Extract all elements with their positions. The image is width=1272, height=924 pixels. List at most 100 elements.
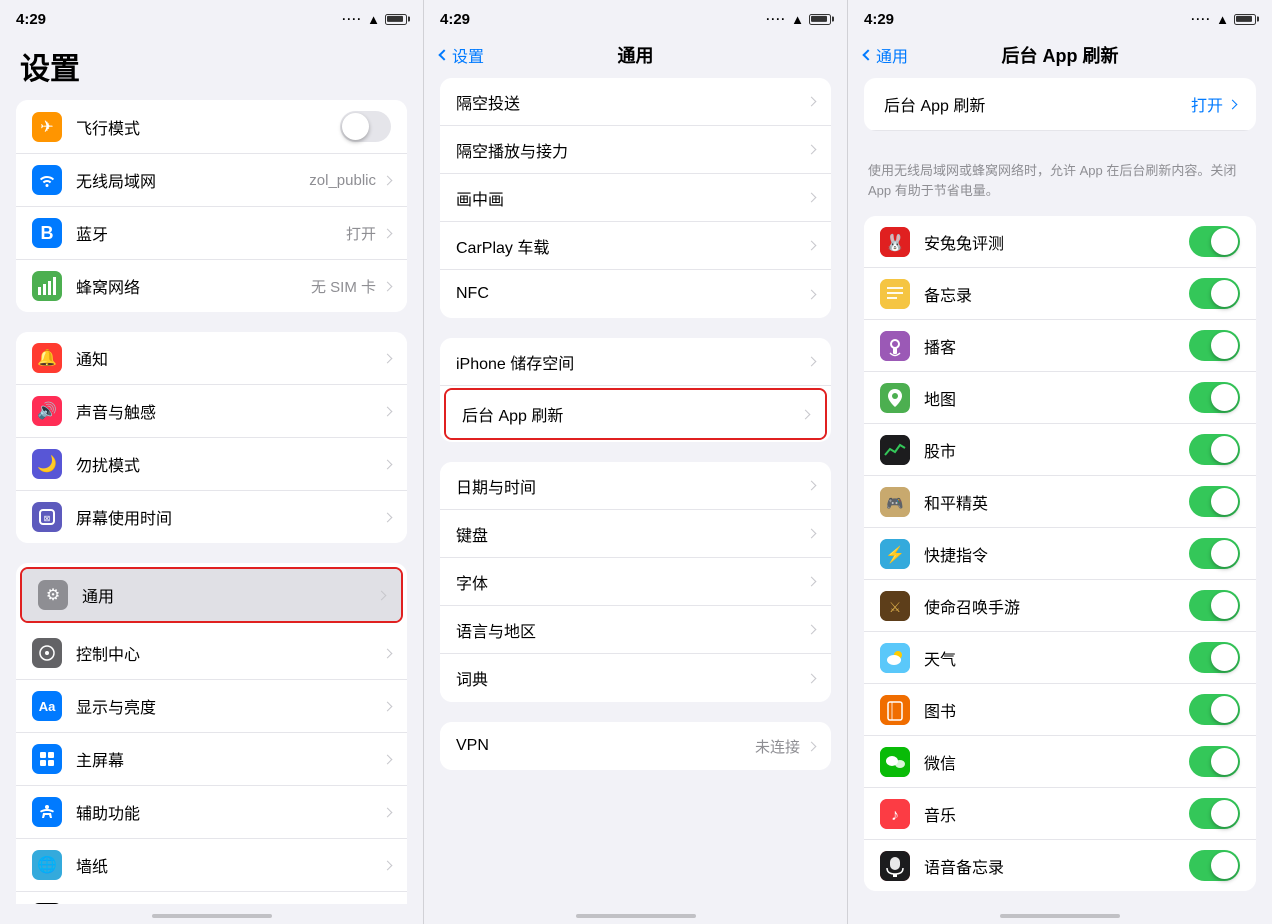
row-storage[interactable]: iPhone 储存空间 <box>440 338 831 386</box>
row-wifi[interactable]: 无线局域网 zol_public <box>16 154 407 207</box>
refresh-back-btn[interactable]: 通用 <box>864 43 908 67</box>
airplay-label: 隔空播放与接力 <box>456 138 808 162</box>
row-airdrop[interactable]: 隔空投送 <box>440 78 831 126</box>
display-icon: Aa <box>32 691 62 721</box>
controlcenter-chevron <box>383 648 393 658</box>
voicememo-toggle[interactable] <box>1189 850 1240 881</box>
row-access[interactable]: 辅助功能 <box>16 786 407 839</box>
dnd-icon: 🌙 <box>32 449 62 479</box>
svg-text:⚔: ⚔ <box>889 599 902 615</box>
signal-icon-1: ···· <box>342 12 362 26</box>
sound-chevron <box>383 406 393 416</box>
row-airplay[interactable]: 隔空播放与接力 <box>440 126 831 174</box>
app-row-podcast[interactable]: 播客 <box>864 320 1256 372</box>
books-toggle[interactable] <box>1189 694 1240 725</box>
maps-toggle[interactable] <box>1189 382 1240 413</box>
time-3: 4:29 <box>864 11 894 28</box>
airplane-label: 飞行模式 <box>76 115 340 139</box>
music-toggle[interactable] <box>1189 798 1240 829</box>
row-notify[interactable]: 🔔 通知 <box>16 332 407 385</box>
stocks-icon <box>880 435 910 465</box>
home-bar-3 <box>1000 914 1120 918</box>
airplane-toggle[interactable] <box>340 111 391 142</box>
stocks-name: 股市 <box>924 438 1189 462</box>
row-bluetooth[interactable]: B 蓝牙 打开 <box>16 207 407 260</box>
sound-label: 声音与触感 <box>76 399 384 423</box>
status-bar-2: 4:29 ···· ▲ <box>424 0 847 36</box>
app-row-wechat[interactable]: 微信 <box>864 736 1256 788</box>
notes-toggle[interactable] <box>1189 278 1240 309</box>
app-row-music[interactable]: ♪ 音乐 <box>864 788 1256 840</box>
app-row-summoners[interactable]: ⚔ 使命召唤手游 <box>864 580 1256 632</box>
summoners-toggle[interactable] <box>1189 590 1240 621</box>
refresh-master-row[interactable]: 后台 App 刷新 打开 <box>864 78 1256 131</box>
app-row-pubg[interactable]: 🎮 和平精英 <box>864 476 1256 528</box>
row-controlcenter[interactable]: 控制中心 <box>16 627 407 680</box>
books-name: 图书 <box>924 698 1189 722</box>
dictionary-label: 词典 <box>456 666 808 690</box>
datetime-chevron <box>807 481 817 491</box>
podcast-toggle[interactable] <box>1189 330 1240 361</box>
bgrefresh-label: 后台 App 刷新 <box>462 402 802 426</box>
app-row-notes[interactable]: 备忘录 <box>864 268 1256 320</box>
wifi-icon <box>32 165 62 195</box>
row-vpn[interactable]: VPN 未连接 <box>440 722 831 770</box>
app-row-antutu[interactable]: 🐰 安兔兔评测 <box>864 216 1256 268</box>
row-font[interactable]: 字体 <box>440 558 831 606</box>
settings-panel: 4:29 ···· ▲ 设置 ✈ 飞行模式 无线局域网 zol_public <box>0 0 424 924</box>
row-cellular[interactable]: 蜂窝网络 无 SIM 卡 <box>16 260 407 312</box>
refresh-description: 使用无线局域网或蜂窝网络时，允许 App 在后台刷新内容。关闭 App 有助于节… <box>848 151 1272 216</box>
handoff-chevron <box>807 193 817 203</box>
shortcuts-toggle[interactable] <box>1189 538 1240 569</box>
row-language[interactable]: 语言与地区 <box>440 606 831 654</box>
row-bgrefresh[interactable]: 后台 App 刷新 <box>446 390 825 438</box>
battery-icon-1 <box>385 14 407 25</box>
music-icon: ♪ <box>880 799 910 829</box>
settings-title: 设置 <box>0 36 423 100</box>
row-general[interactable]: ⚙ 通用 <box>22 569 401 621</box>
row-dnd[interactable]: 🌙 勿扰模式 <box>16 438 407 491</box>
app-row-maps[interactable]: 地图 <box>864 372 1256 424</box>
row-carplay[interactable]: CarPlay 车载 <box>440 222 831 270</box>
back-chevron-2 <box>438 49 449 60</box>
row-display[interactable]: Aa 显示与亮度 <box>16 680 407 733</box>
carplay-label: CarPlay 车载 <box>456 234 808 258</box>
airplay-chevron <box>807 145 817 155</box>
row-siri[interactable]: Siri 与搜索 <box>16 892 407 904</box>
row-sound[interactable]: 🔊 声音与触感 <box>16 385 407 438</box>
row-airplane[interactable]: ✈ 飞行模式 <box>16 100 407 154</box>
app-row-books[interactable]: 图书 <box>864 684 1256 736</box>
app-row-shortcuts[interactable]: ⚡ 快捷指令 <box>864 528 1256 580</box>
stocks-toggle[interactable] <box>1189 434 1240 465</box>
font-chevron <box>807 577 817 587</box>
nfc-label: NFC <box>456 285 808 303</box>
screentime-icon: ⊠ <box>32 502 62 532</box>
row-homescreen[interactable]: 主屏幕 <box>16 733 407 786</box>
wechat-name: 微信 <box>924 750 1189 774</box>
status-icons-3: ···· ▲ <box>1191 12 1256 27</box>
access-icon <box>32 797 62 827</box>
wechat-toggle[interactable] <box>1189 746 1240 777</box>
row-handoff[interactable]: 画中画 <box>440 174 831 222</box>
pubg-toggle[interactable] <box>1189 486 1240 517</box>
general-back-btn[interactable]: 设置 <box>440 43 484 67</box>
wifi-status-icon-2: ▲ <box>791 12 804 27</box>
row-screentime[interactable]: ⊠ 屏幕使用时间 <box>16 491 407 543</box>
podcast-name: 播客 <box>924 334 1189 358</box>
bluetooth-chevron <box>383 228 393 238</box>
app-row-stocks[interactable]: 股市 <box>864 424 1256 476</box>
row-keyboard[interactable]: 键盘 <box>440 510 831 558</box>
dnd-chevron <box>383 459 393 469</box>
app-row-weather[interactable]: 天气 <box>864 632 1256 684</box>
row-dictionary[interactable]: 词典 <box>440 654 831 702</box>
vpn-label: VPN <box>456 737 755 755</box>
row-wallpaper[interactable]: 🌐 墙纸 <box>16 839 407 892</box>
refresh-title: 后台 App 刷新 <box>1002 42 1119 68</box>
antutu-toggle[interactable] <box>1189 226 1240 257</box>
nfc-chevron <box>807 289 817 299</box>
controlcenter-label: 控制中心 <box>76 641 384 665</box>
app-row-voicememo[interactable]: 语音备忘录 <box>864 840 1256 891</box>
row-datetime[interactable]: 日期与时间 <box>440 462 831 510</box>
weather-toggle[interactable] <box>1189 642 1240 673</box>
row-nfc[interactable]: NFC <box>440 270 831 318</box>
